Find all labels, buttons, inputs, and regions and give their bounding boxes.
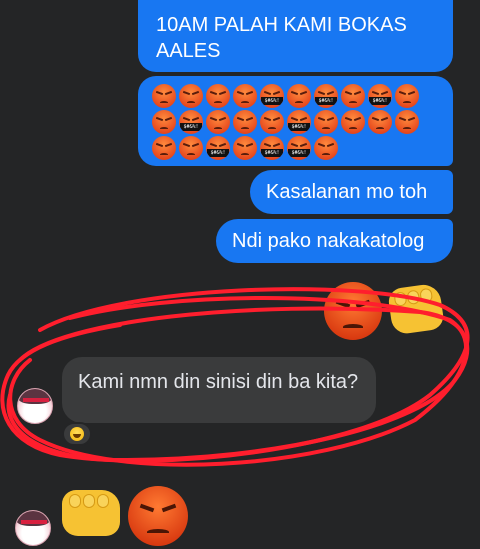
angry-face-icon bbox=[314, 136, 338, 160]
angry-face-icon bbox=[287, 84, 311, 108]
angry-face-icon bbox=[152, 136, 176, 160]
angry-face-icon bbox=[233, 136, 257, 160]
oncoming-fist-icon bbox=[62, 490, 120, 536]
angry-face-icon bbox=[314, 110, 338, 134]
oncoming-fist-icon bbox=[387, 282, 445, 336]
angry-face-icon bbox=[324, 282, 382, 340]
laughing-face-icon bbox=[70, 427, 84, 441]
angry-face-icon: $#&%! bbox=[206, 136, 230, 160]
angry-face-icon: $#&%! bbox=[260, 84, 284, 108]
message-text: Ndi pako nakakatolog bbox=[232, 230, 425, 252]
angry-face-icon bbox=[341, 84, 365, 108]
angry-face-icon bbox=[152, 84, 176, 108]
avatar[interactable] bbox=[15, 510, 51, 546]
outgoing-message-3[interactable]: Kasalanan mo toh bbox=[250, 170, 453, 214]
angry-face-icon bbox=[206, 84, 230, 108]
avatar[interactable] bbox=[17, 388, 53, 424]
incoming-message[interactable]: Kami nmn din sinisi din ba kita? bbox=[62, 357, 376, 423]
angry-face-icon bbox=[233, 110, 257, 134]
angry-emoji-grid: $#&%! $#&%! $#&%! $#&%! $#&%! $#&%! $#&%! $#&%! bbox=[152, 84, 442, 160]
angry-face-icon bbox=[395, 84, 419, 108]
angry-face-icon bbox=[206, 110, 230, 134]
angry-face-icon bbox=[233, 84, 257, 108]
angry-face-icon: $#&%! bbox=[287, 136, 311, 160]
angry-face-icon bbox=[341, 110, 365, 134]
outgoing-message-4[interactable]: Ndi pako nakakatolog bbox=[216, 219, 453, 263]
angry-face-icon: $#&%! bbox=[368, 84, 392, 108]
angry-face-icon: $#&%! bbox=[179, 110, 203, 134]
message-text: 10AM PALAH KAMI BOKAS AALES bbox=[156, 14, 407, 62]
angry-face-icon bbox=[368, 110, 392, 134]
message-text: Kami nmn din sinisi din ba kita? bbox=[78, 371, 359, 393]
angry-face-icon bbox=[152, 110, 176, 134]
angry-face-icon bbox=[260, 110, 284, 134]
outgoing-message-emoji[interactable]: $#&%! $#&%! $#&%! $#&%! $#&%! $#&%! $#&%! $#&%! bbox=[138, 76, 453, 166]
outgoing-message-1[interactable]: 10AM PALAH KAMI BOKAS AALES bbox=[138, 0, 453, 72]
angry-face-icon bbox=[128, 486, 188, 546]
message-text: Kasalanan mo toh bbox=[266, 181, 428, 203]
angry-face-icon: $#&%! bbox=[287, 110, 311, 134]
angry-face-icon bbox=[179, 136, 203, 160]
angry-face-icon: $#&%! bbox=[260, 136, 284, 160]
message-reaction[interactable] bbox=[62, 422, 92, 446]
angry-face-icon bbox=[395, 110, 419, 134]
angry-face-icon bbox=[179, 84, 203, 108]
angry-face-icon: $#&%! bbox=[314, 84, 338, 108]
